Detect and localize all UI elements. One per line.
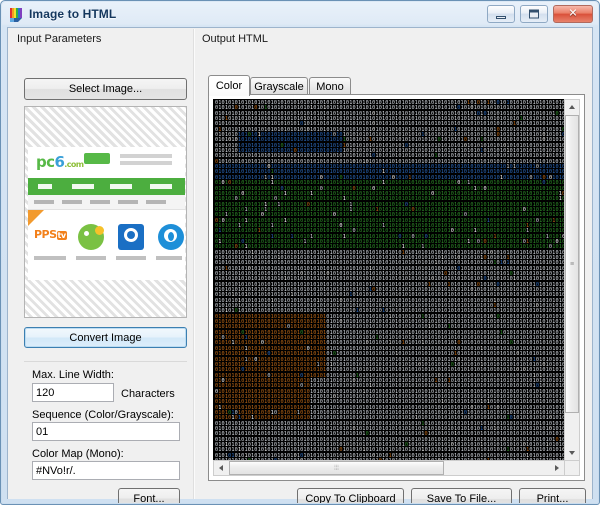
pps-text: PPS xyxy=(34,228,57,241)
horizontal-scroll-thumb[interactable]: ⦙⦙⦙ xyxy=(229,461,444,475)
ascii-output-area[interactable]: 0101010101010101010101010101010101010101… xyxy=(213,99,565,461)
font-button[interactable]: Font... xyxy=(118,488,180,503)
scroll-down-button[interactable] xyxy=(565,446,579,460)
sequence-input[interactable]: 01 xyxy=(32,422,180,441)
color-map-input[interactable]: #NVo!r/. xyxy=(32,461,180,480)
tab-mono[interactable]: Mono xyxy=(309,77,351,95)
chevron-right-icon xyxy=(555,465,559,471)
preview-icon-caption-2 xyxy=(76,256,106,260)
sequence-label: Sequence (Color/Grayscale): xyxy=(32,409,174,421)
maximize-button[interactable] xyxy=(520,5,548,23)
tab-mono-label: Mono xyxy=(316,81,344,93)
close-button[interactable]: ✕ xyxy=(553,5,593,23)
pps-logo: PPStv xyxy=(34,228,67,241)
copy-to-clipboard-button[interactable]: Copy To Clipboard xyxy=(297,488,404,503)
preview-site-body: PPStv xyxy=(28,210,185,280)
ascii-vertical-scrollbar[interactable]: ≡ xyxy=(564,99,580,461)
pc6-logo: pc6.com xyxy=(36,153,84,171)
characters-suffix-label: Characters xyxy=(121,388,175,400)
ascii-art-text: 0101010101010101010101010101010101010101… xyxy=(215,101,565,461)
window-inner: Image to HTML ✕ Input Parameters Selec xyxy=(2,2,598,503)
tab-grayscale-label: Grayscale xyxy=(254,81,304,93)
app-icon xyxy=(9,7,25,23)
tab-color[interactable]: Color xyxy=(208,75,250,96)
client-area: Input Parameters Select Image... pc6.com xyxy=(7,27,593,499)
vertical-scroll-thumb[interactable]: ≡ xyxy=(565,115,579,413)
color-map-label: Color Map (Mono): xyxy=(32,448,124,460)
settings-group-separator xyxy=(24,361,187,362)
minimize-icon xyxy=(496,16,506,19)
preview-site-header: pc6.com xyxy=(28,147,185,177)
copy-to-clipboard-label: Copy To Clipboard xyxy=(305,493,395,503)
select-image-label: Select Image... xyxy=(69,83,142,95)
convert-image-label: Convert Image xyxy=(69,332,141,344)
ascii-horizontal-scrollbar[interactable]: ⦙⦙⦙ xyxy=(213,460,565,476)
preview-site-nav xyxy=(28,178,185,195)
scroll-up-button[interactable] xyxy=(565,100,579,114)
pc6-logo-six: 6 xyxy=(54,153,64,171)
save-to-file-button[interactable]: Save To File... xyxy=(411,488,512,503)
preview-corner-ribbon xyxy=(28,210,44,226)
grip-icon-horizontal: ⦙⦙⦙ xyxy=(334,465,339,472)
maximize-icon xyxy=(529,10,539,19)
panel-divider-highlight xyxy=(194,29,195,499)
chevron-up-icon xyxy=(569,105,575,109)
output-tabstrip: Color Grayscale Mono xyxy=(208,75,585,95)
pps-tv-badge: tv xyxy=(57,231,67,240)
max-line-width-input[interactable]: 120 xyxy=(32,383,114,402)
preview-icon-caption-4 xyxy=(156,256,182,260)
max-line-width-label: Max. Line Width: xyxy=(32,369,114,381)
chevron-down-icon xyxy=(569,451,575,455)
tab-color-label: Color xyxy=(216,80,242,92)
application-window: Image to HTML ✕ Input Parameters Selec xyxy=(0,0,600,505)
print-button-label: Print... xyxy=(537,493,569,503)
convert-image-button[interactable]: Convert Image xyxy=(24,327,187,348)
preview-icon-green xyxy=(76,222,106,252)
font-button-label: Font... xyxy=(133,493,164,504)
window-title: Image to HTML xyxy=(29,7,116,21)
preview-image: pc6.com PPStv xyxy=(28,147,185,280)
caption-button-group: ✕ xyxy=(485,5,593,25)
save-to-file-label: Save To File... xyxy=(427,493,497,503)
grip-icon: ≡ xyxy=(570,261,574,268)
image-preview[interactable]: pc6.com PPStv xyxy=(24,106,187,318)
preview-icon-blue xyxy=(116,222,146,252)
pc6-logo-domain: .com xyxy=(64,160,83,169)
preview-icon-cyan xyxy=(156,222,185,252)
scroll-left-button[interactable] xyxy=(214,461,228,475)
pc6-badge xyxy=(84,153,110,164)
output-tab-page: 0101010101010101010101010101010101010101… xyxy=(208,94,585,481)
scroll-right-button[interactable] xyxy=(550,461,564,475)
scrollbar-corner xyxy=(564,460,580,476)
output-html-group-title: Output HTML xyxy=(202,33,268,45)
close-icon: ✕ xyxy=(568,9,577,20)
input-parameters-group-title: Input Parameters xyxy=(17,33,101,45)
tab-grayscale[interactable]: Grayscale xyxy=(250,77,308,95)
minimize-button[interactable] xyxy=(487,5,515,23)
title-bar[interactable]: Image to HTML ✕ xyxy=(2,2,598,27)
preview-site-subnav xyxy=(28,195,185,210)
preview-icon-caption-3 xyxy=(116,256,146,260)
select-image-button[interactable]: Select Image... xyxy=(24,78,187,100)
print-button[interactable]: Print... xyxy=(519,488,586,503)
chevron-left-icon xyxy=(219,465,223,471)
pc6-slogan xyxy=(120,154,172,168)
preview-icon-caption-1 xyxy=(34,256,66,260)
